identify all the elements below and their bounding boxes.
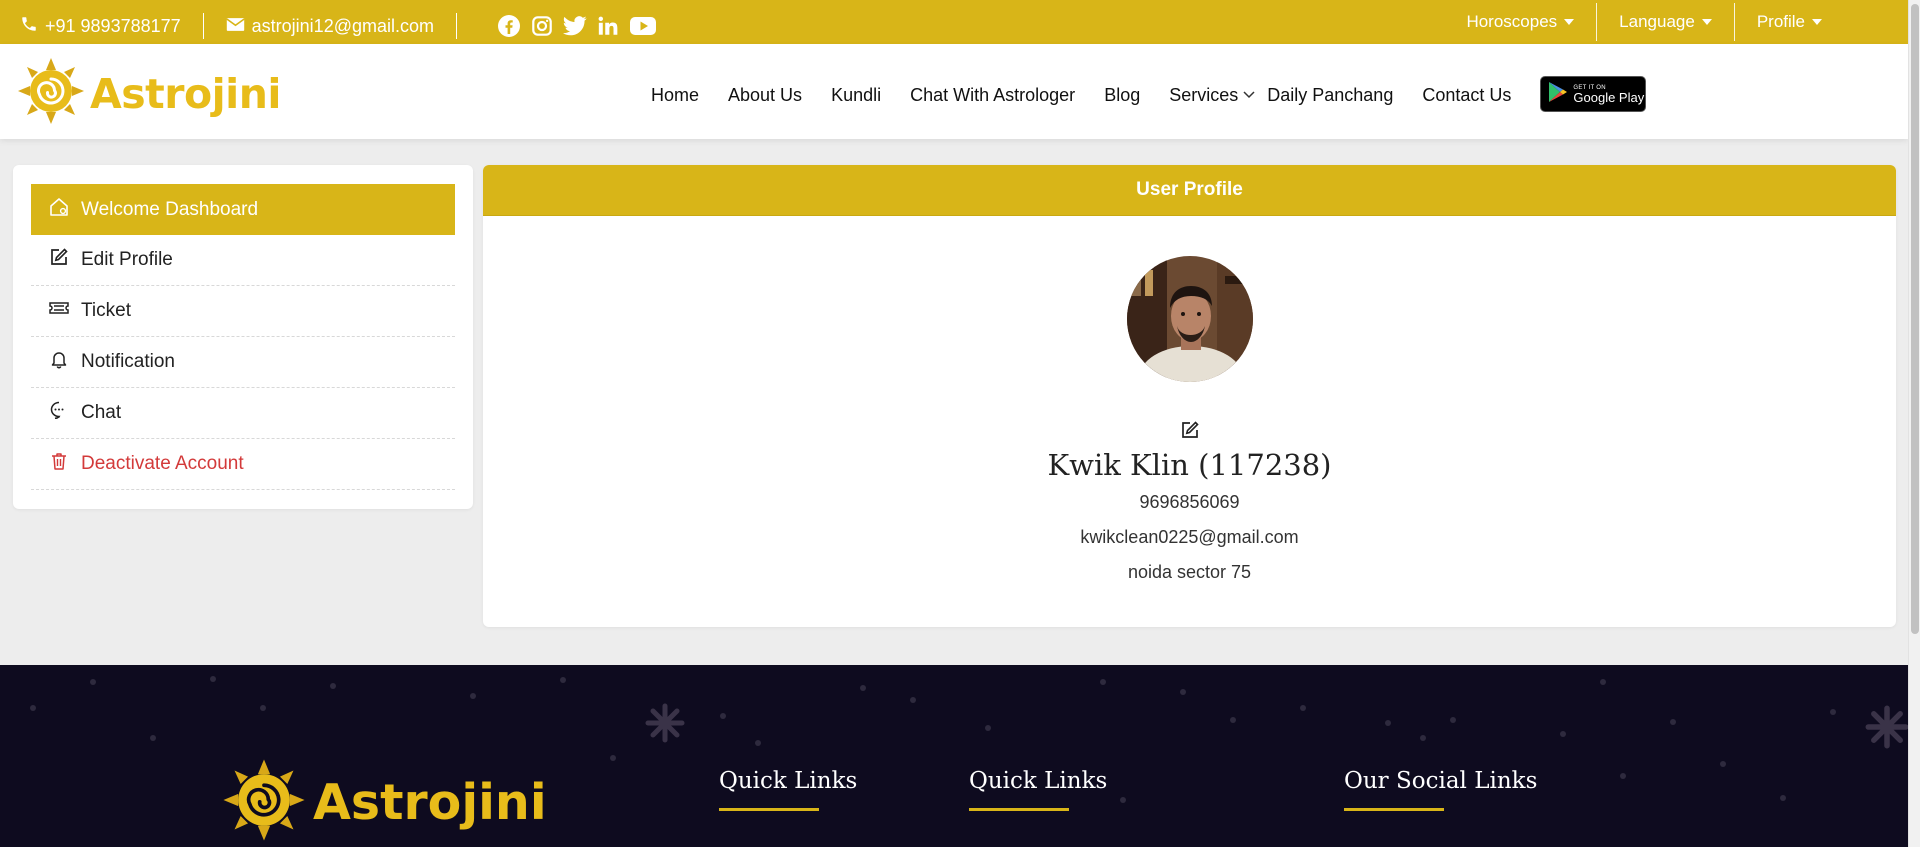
footer-logo[interactable]: Astrojini xyxy=(221,757,547,847)
footer-column-title: Our Social Links xyxy=(1344,768,1538,794)
nav-home[interactable]: Home xyxy=(651,85,699,106)
card-header: User Profile xyxy=(483,165,1896,216)
horoscopes-dropdown[interactable]: Horoscopes xyxy=(1444,3,1596,41)
brand-name: Astrojini xyxy=(90,69,281,118)
avatar xyxy=(1126,256,1253,382)
nav-chat-with-astrologer[interactable]: Chat With Astrologer xyxy=(910,85,1075,106)
facebook-icon[interactable] xyxy=(497,14,521,38)
ticket-icon xyxy=(49,300,69,322)
sidebar-item-edit-profile[interactable]: Edit Profile xyxy=(31,235,455,286)
email-link[interactable]: astrojini12@gmail.com xyxy=(225,15,434,37)
home-icon xyxy=(49,197,69,223)
footer-quick-links: Quick Links xyxy=(719,768,857,811)
google-play-badge[interactable]: GET IT ON Google Play xyxy=(1540,76,1647,112)
title-underline xyxy=(1344,808,1444,811)
nav-services[interactable]: Services xyxy=(1169,85,1255,106)
mail-icon xyxy=(225,16,245,37)
chat-icon xyxy=(49,400,69,426)
trash-icon xyxy=(49,451,69,477)
phone-link[interactable]: +91 9893788177 xyxy=(20,15,181,38)
sidebar-item-label: Chat xyxy=(81,402,122,423)
caret-down-icon xyxy=(1812,19,1822,25)
sun-logo-icon xyxy=(221,757,307,847)
sidebar-item-label: Ticket xyxy=(81,300,131,321)
language-dropdown[interactable]: Language xyxy=(1596,3,1734,41)
nav-kundli[interactable]: Kundli xyxy=(831,85,881,106)
google-play-text: GET IT ON Google Play xyxy=(1573,85,1644,104)
main-navbar: Astrojini Home About Us Kundli Chat With… xyxy=(0,44,1908,139)
card-title: User Profile xyxy=(1136,179,1243,200)
user-phone: 9696856069 xyxy=(1139,492,1240,512)
nav-about-us[interactable]: About Us xyxy=(728,85,802,106)
footer-social-links: Our Social Links xyxy=(1344,768,1537,811)
sidebar-item-notification[interactable]: Notification xyxy=(31,337,455,388)
phone-icon xyxy=(20,15,38,38)
edit-profile-icon[interactable] xyxy=(1180,420,1200,440)
horoscopes-label: Horoscopes xyxy=(1466,12,1558,31)
dashboard-sidebar: Welcome Dashboard Edit Profile Ticket No… xyxy=(13,165,473,509)
site-logo[interactable]: Astrojini xyxy=(16,56,281,131)
sidebar-item-label: Welcome Dashboard xyxy=(81,198,259,220)
sidebar-item-label: Edit Profile xyxy=(81,249,173,270)
nav-contact-us[interactable]: Contact Us xyxy=(1422,85,1511,106)
top-bar: +91 9893788177 astrojini12@gmail.com Hor… xyxy=(0,0,1908,44)
contact-info: +91 9893788177 astrojini12@gmail.com xyxy=(20,13,657,39)
footer-column-title: Quick Links xyxy=(969,768,1108,794)
play-store-icon xyxy=(1548,81,1568,108)
decorative-star-icon xyxy=(1865,705,1908,749)
user-name: Kwik Klin (117238) xyxy=(1047,448,1332,482)
bell-icon xyxy=(49,349,69,375)
phone-number: +91 9893788177 xyxy=(45,15,181,36)
nav-daily-panchang[interactable]: Daily Panchang xyxy=(1267,85,1393,106)
edit-icon xyxy=(49,247,69,273)
decorative-star-icon xyxy=(645,703,685,743)
youtube-icon[interactable] xyxy=(629,15,657,37)
user-address: noida sector 75 xyxy=(1127,562,1252,582)
language-label: Language xyxy=(1619,12,1695,31)
title-underline xyxy=(969,808,1069,811)
user-email: kwikclean0225@gmail.com xyxy=(1080,527,1299,547)
site-footer: Astrojini Quick Links Quick Links Our So… xyxy=(0,665,1908,847)
sidebar-item-chat[interactable]: Chat xyxy=(31,388,455,439)
sidebar-item-label: Deactivate Account xyxy=(81,453,244,474)
sidebar-item-label: Notification xyxy=(81,351,175,372)
sun-logo-icon xyxy=(16,56,86,131)
gplay-big-label: Google Play xyxy=(1573,89,1645,105)
caret-down-icon xyxy=(1701,19,1712,25)
chevron-down-icon xyxy=(1243,91,1255,99)
user-profile-card: User Profile Kwik Klin (117238) 96968560… xyxy=(483,165,1896,627)
sidebar-item-deactivate-account[interactable]: Deactivate Account xyxy=(31,439,455,490)
sidebar-item-welcome-dashboard[interactable]: Welcome Dashboard xyxy=(31,184,455,235)
footer-column-title: Quick Links xyxy=(719,768,858,794)
twitter-icon[interactable] xyxy=(563,15,587,37)
instagram-icon[interactable] xyxy=(531,15,553,37)
page-scrollbar[interactable] xyxy=(1908,0,1920,847)
caret-down-icon xyxy=(1564,19,1575,25)
linkedin-icon[interactable] xyxy=(597,15,619,37)
topbar-dropdowns: Horoscopes Language Profile xyxy=(1444,0,1908,44)
profile-details: Kwik Klin (117238) 9696856069 kwikclean0… xyxy=(483,256,1896,583)
nav-menu: Home About Us Kundli Chat With Astrologe… xyxy=(651,76,1647,112)
profile-label: Profile xyxy=(1756,12,1805,31)
title-underline xyxy=(719,808,819,811)
divider xyxy=(456,13,457,39)
email-address: astrojini12@gmail.com xyxy=(251,15,434,36)
profile-dropdown[interactable]: Profile xyxy=(1733,3,1908,41)
footer-brand-name: Astrojini xyxy=(313,774,547,831)
social-icons xyxy=(497,14,657,38)
scrollbar-thumb[interactable] xyxy=(1911,4,1919,634)
footer-quick-links-2: Quick Links xyxy=(969,768,1107,811)
nav-services-label: Services xyxy=(1169,84,1239,105)
sidebar-item-ticket[interactable]: Ticket xyxy=(31,286,455,337)
nav-blog[interactable]: Blog xyxy=(1104,85,1140,106)
divider xyxy=(202,13,204,39)
